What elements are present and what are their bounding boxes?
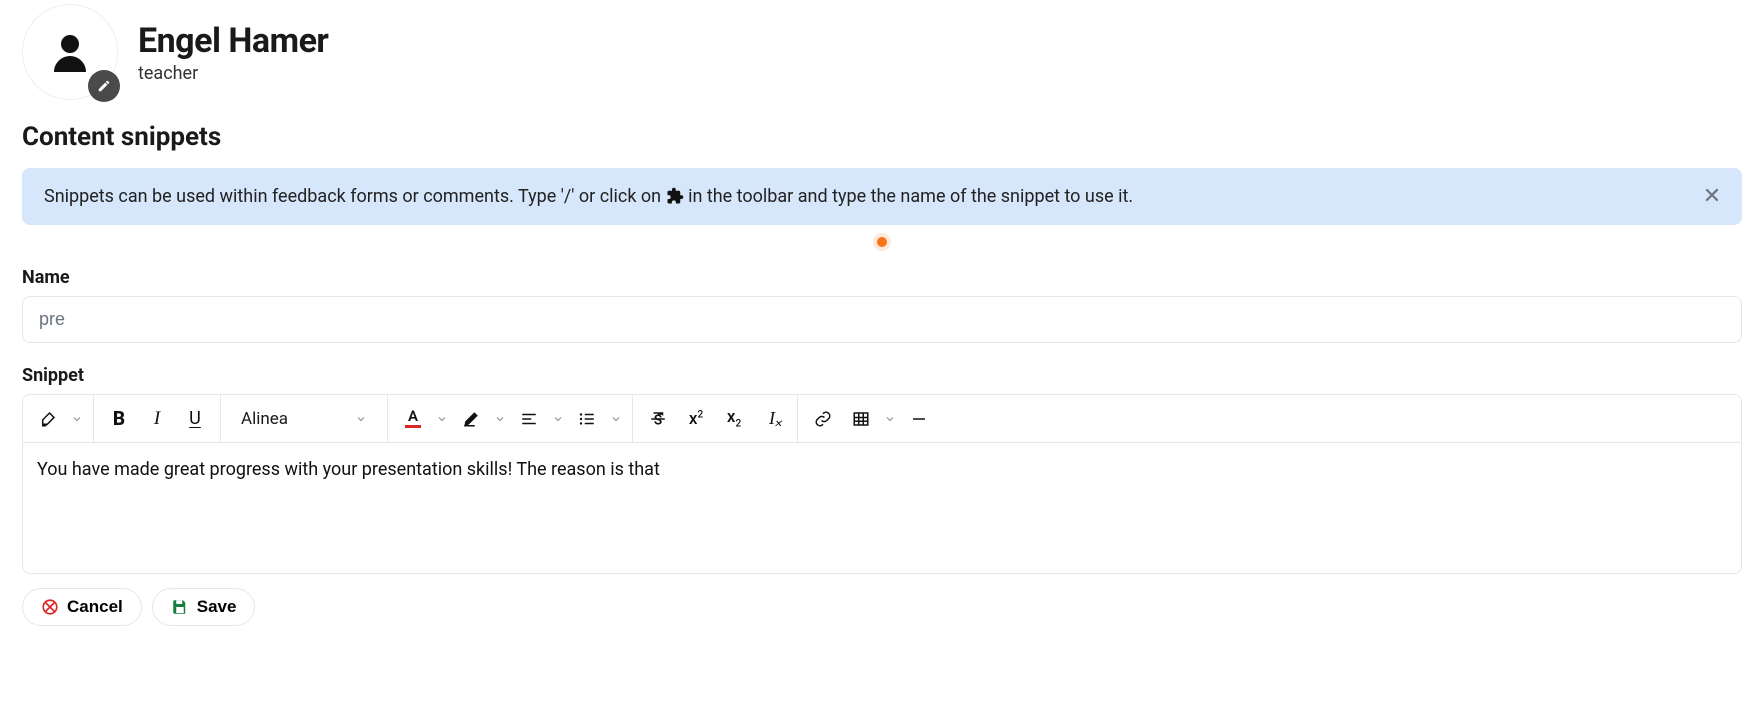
superscript-button[interactable]: x2 (679, 402, 713, 436)
indicator-row (22, 225, 1742, 255)
snippet-editor[interactable]: You have made great progress with your p… (23, 443, 1741, 573)
name-input[interactable] (22, 296, 1742, 343)
snippet-content: You have made great progress with your p… (37, 459, 660, 480)
subscript-icon: x2 (727, 407, 741, 429)
action-row: Cancel Save (22, 588, 1742, 626)
cancel-icon (41, 598, 59, 616)
save-icon (171, 598, 189, 616)
snippet-label: Snippet (22, 365, 1742, 386)
list-caret[interactable] (608, 413, 624, 425)
user-role: teacher (138, 63, 328, 84)
align-left-icon (520, 410, 538, 428)
save-label: Save (197, 597, 237, 617)
align-button[interactable] (512, 402, 546, 436)
highlighter-icon (39, 410, 57, 428)
chevron-down-icon (436, 413, 448, 425)
chevron-down-icon (610, 413, 622, 425)
avatar-wrap (22, 4, 118, 100)
chevron-down-icon (552, 413, 564, 425)
edit-avatar-button[interactable] (88, 70, 120, 102)
bold-button[interactable]: B (102, 402, 136, 436)
font-color-caret[interactable] (434, 413, 450, 425)
highlighter-caret[interactable] (69, 413, 85, 425)
editor-toolbar: B I U Alinea A (23, 395, 1741, 443)
table-icon (852, 410, 870, 428)
strikethrough-icon: S (649, 410, 667, 428)
chevron-down-icon (71, 413, 83, 425)
close-banner-button[interactable]: ✕ (1698, 183, 1726, 211)
rich-editor: B I U Alinea A (22, 394, 1742, 574)
underline-button[interactable]: U (178, 402, 212, 436)
block-format-select[interactable]: Alinea (229, 402, 379, 436)
background-color-caret[interactable] (492, 413, 508, 425)
link-icon (814, 410, 832, 428)
puzzle-piece-icon (666, 187, 684, 205)
horizontal-rule-button[interactable] (902, 402, 936, 436)
minus-icon (910, 410, 928, 428)
subscript-button[interactable]: x2 (717, 402, 751, 436)
bullet-list-icon (578, 410, 596, 428)
section-title: Content snippets (22, 122, 1742, 152)
svg-text:S: S (654, 412, 662, 428)
list-button[interactable] (570, 402, 604, 436)
profile-header: Engel Hamer teacher (22, 4, 1742, 100)
save-button[interactable]: Save (152, 588, 256, 626)
font-color-button[interactable]: A (396, 402, 430, 436)
pencil-icon (97, 79, 111, 93)
italic-button[interactable]: I (140, 402, 174, 436)
strikethrough-button[interactable]: S (641, 402, 675, 436)
close-icon: ✕ (1703, 186, 1721, 208)
chevron-down-icon (884, 413, 896, 425)
table-caret[interactable] (882, 413, 898, 425)
user-icon (46, 28, 94, 76)
cancel-button[interactable]: Cancel (22, 588, 142, 626)
table-button[interactable] (844, 402, 878, 436)
profile-name-block: Engel Hamer teacher (138, 21, 328, 84)
superscript-icon: x2 (689, 409, 703, 429)
chevron-down-icon (494, 413, 506, 425)
link-button[interactable] (806, 402, 840, 436)
chevron-down-icon (355, 413, 367, 425)
clear-formatting-icon: I✕ (769, 408, 775, 429)
banner-text-after: in the toolbar and type the name of the … (688, 186, 1133, 207)
cancel-label: Cancel (67, 597, 123, 617)
background-color-button[interactable] (454, 402, 488, 436)
banner-text-before: Snippets can be used within feedback for… (44, 186, 666, 207)
info-banner: Snippets can be used within feedback for… (22, 168, 1742, 225)
user-name: Engel Hamer (138, 21, 328, 61)
name-label: Name (22, 267, 1742, 288)
clear-formatting-button[interactable]: I✕ (755, 402, 789, 436)
highlighter-button[interactable] (31, 402, 65, 436)
orange-dot-indicator (877, 237, 887, 247)
align-caret[interactable] (550, 413, 566, 425)
block-format-value: Alinea (241, 409, 288, 429)
marker-icon (462, 410, 480, 428)
font-color-icon: A (405, 409, 421, 428)
